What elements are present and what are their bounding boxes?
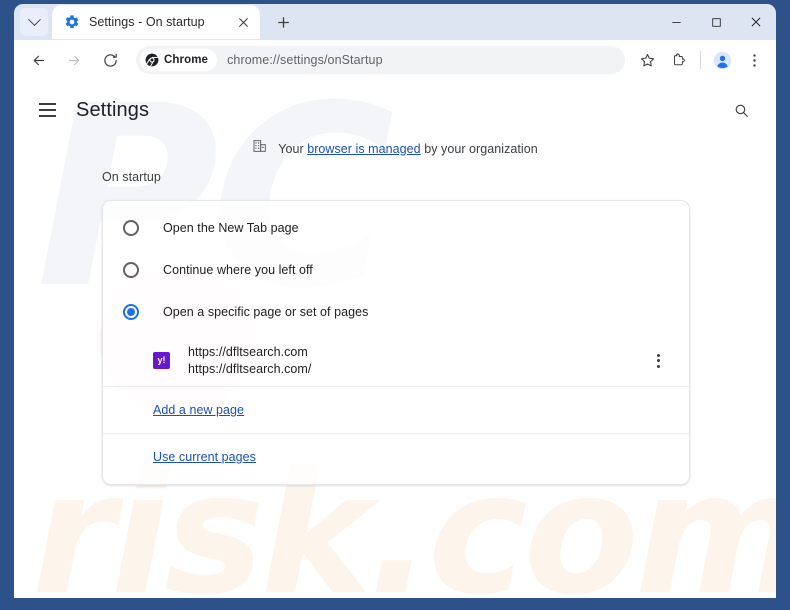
bookmark-star-icon[interactable] xyxy=(633,46,661,74)
extensions-puzzle-icon[interactable] xyxy=(665,46,693,74)
startup-option-label: Continue where you left off xyxy=(163,263,313,277)
browser-toolbar: Chrome chrome://settings/onStartup xyxy=(14,40,776,80)
tab-close-icon[interactable] xyxy=(234,13,252,31)
radio-button[interactable] xyxy=(123,220,139,236)
browser-menu-icon[interactable] xyxy=(740,46,768,74)
gear-icon xyxy=(64,14,80,30)
add-new-page-link[interactable]: Add a new page xyxy=(153,403,244,417)
address-bar[interactable]: Chrome chrome://settings/onStartup xyxy=(136,46,625,74)
close-button[interactable] xyxy=(736,4,776,40)
startup-option-specific-pages[interactable]: Open a specific page or set of pages xyxy=(103,291,689,333)
chrome-chip: Chrome xyxy=(140,49,218,71)
startup-option-new-tab[interactable]: Open the New Tab page xyxy=(103,207,689,249)
tab-search-button[interactable] xyxy=(20,8,48,36)
tab-settings[interactable]: Settings - On startup xyxy=(52,5,260,39)
radio-button[interactable] xyxy=(123,262,139,278)
profile-avatar-icon[interactable] xyxy=(708,46,736,74)
startup-page-url: https://dfltsearch.com/ xyxy=(188,362,312,376)
site-favicon: y! xyxy=(153,352,170,369)
maximize-button[interactable] xyxy=(696,4,736,40)
use-current-pages-row: Use current pages xyxy=(103,434,689,484)
add-new-page-row: Add a new page xyxy=(103,387,689,434)
address-bar-url: chrome://settings/onStartup xyxy=(227,53,383,67)
managed-text: Your browser is managed by your organiza… xyxy=(278,142,538,156)
back-button[interactable] xyxy=(23,45,53,75)
managed-suffix: by your organization xyxy=(420,141,538,156)
use-current-pages-link[interactable]: Use current pages xyxy=(153,450,256,464)
startup-option-label: Open a specific page or set of pages xyxy=(163,305,369,319)
startup-page-menu-icon[interactable] xyxy=(645,348,671,374)
window-caption-controls xyxy=(656,4,776,40)
reload-button[interactable] xyxy=(95,45,125,75)
browser-window: Settings - On startup Chrome chrome://se… xyxy=(0,0,790,610)
hamburger-icon[interactable] xyxy=(32,95,62,125)
startup-option-label: Open the New Tab page xyxy=(163,221,299,235)
managed-banner: Your browser is managed by your organiza… xyxy=(14,138,776,159)
settings-page: PC risk.com Settings xyxy=(14,80,776,598)
new-tab-button[interactable] xyxy=(269,8,297,36)
tab-title: Settings - On startup xyxy=(89,15,205,29)
radio-button-selected[interactable] xyxy=(123,304,139,320)
startup-option-continue[interactable]: Continue where you left off xyxy=(103,249,689,291)
forward-button[interactable] xyxy=(59,45,89,75)
browser-managed-link[interactable]: browser is managed xyxy=(307,142,420,156)
tab-strip: Settings - On startup xyxy=(0,0,790,40)
toolbar-divider xyxy=(700,51,701,69)
settings-header: Settings xyxy=(14,86,776,134)
section-label: On startup xyxy=(102,170,161,184)
startup-page-name: https://dfltsearch.com xyxy=(188,345,308,359)
startup-page-texts: https://dfltsearch.com https://dfltsearc… xyxy=(188,345,645,376)
startup-options-card: Open the New Tab page Continue where you… xyxy=(102,200,690,485)
search-icon[interactable] xyxy=(724,93,758,127)
minimize-button[interactable] xyxy=(656,4,696,40)
chrome-logo-icon xyxy=(145,53,159,67)
chrome-chip-label: Chrome xyxy=(164,54,209,66)
building-icon xyxy=(252,138,268,159)
startup-page-row: y! https://dfltsearch.com https://dfltse… xyxy=(103,337,689,387)
chevron-down-icon xyxy=(27,12,41,26)
managed-prefix: Your xyxy=(278,141,308,156)
page-title: Settings xyxy=(76,98,150,121)
